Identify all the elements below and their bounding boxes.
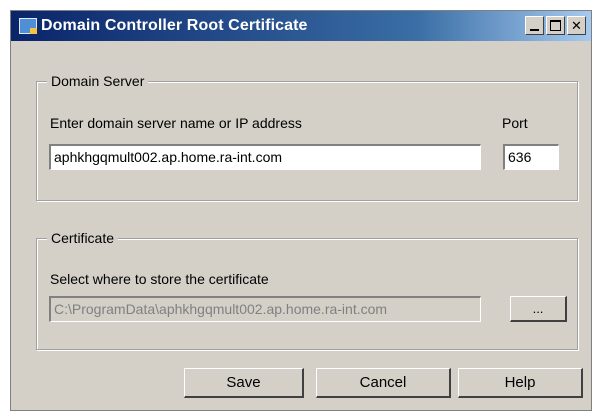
domain-server-group: Domain Server Enter domain server name o… — [36, 73, 578, 201]
help-button[interactable]: Help — [458, 368, 583, 398]
maximize-button[interactable] — [546, 16, 565, 35]
cancel-button[interactable]: Cancel — [316, 368, 451, 398]
close-icon: ✕ — [571, 18, 582, 33]
domain-server-legend: Domain Server — [47, 73, 149, 89]
browse-button[interactable]: ... — [510, 296, 567, 322]
close-button[interactable]: ✕ — [567, 16, 586, 35]
certificate-legend: Certificate — [47, 230, 119, 246]
dialog-window: Domain Controller Root Certificate ✕ Dom… — [10, 10, 592, 411]
window-title: Domain Controller Root Certificate — [41, 17, 308, 34]
port-input[interactable]: 636 — [503, 144, 559, 170]
certificate-path-input: C:\ProgramData\aphkhgqmult002.ap.home.ra… — [49, 296, 481, 322]
certificate-path-label: Select where to store the certificate — [50, 271, 269, 287]
maximize-icon — [550, 20, 561, 31]
save-button[interactable]: Save — [184, 368, 304, 398]
minimize-icon — [530, 28, 539, 31]
port-label: Port — [502, 115, 528, 131]
server-name-label: Enter domain server name or IP address — [50, 115, 302, 131]
title-bar[interactable]: Domain Controller Root Certificate ✕ — [11, 11, 591, 41]
app-icon — [19, 18, 37, 34]
certificate-group: Certificate Select where to store the ce… — [36, 230, 578, 350]
minimize-button[interactable] — [525, 16, 544, 35]
server-name-input[interactable]: aphkhgqmult002.ap.home.ra-int.com — [49, 144, 481, 170]
